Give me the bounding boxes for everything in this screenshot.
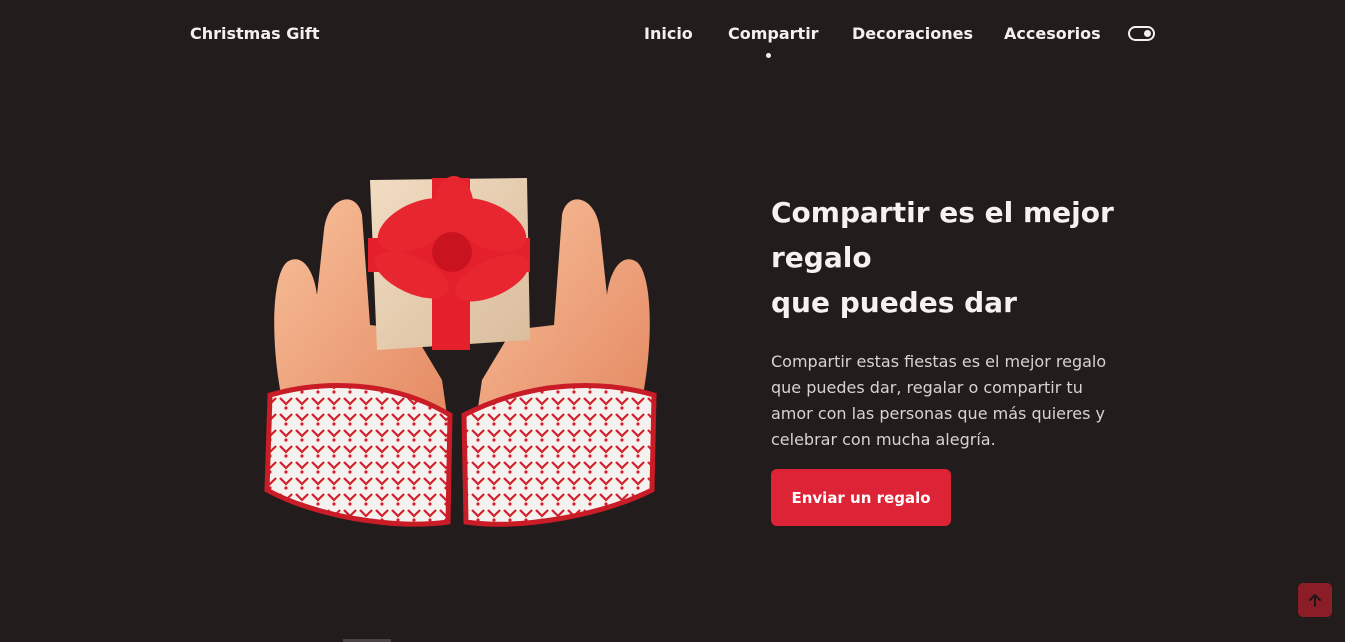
- nav-link-decoraciones[interactable]: Decoraciones: [852, 24, 973, 43]
- hands-gift-illustration: [262, 170, 662, 540]
- nav-link-inicio[interactable]: Inicio: [644, 24, 693, 43]
- active-nav-indicator: [766, 53, 771, 58]
- send-gift-button[interactable]: Enviar un regalo: [771, 469, 951, 526]
- hero-title-line-3: que puedes dar: [771, 286, 1017, 319]
- hero-title: Compartir es el mejor regalo que puedes …: [771, 190, 1131, 325]
- hero-description: Compartir estas fiestas es el mejor rega…: [771, 352, 1107, 449]
- logo-link[interactable]: Christmas Gift: [190, 24, 319, 43]
- hero-title-line-1: Compartir es el mejor: [771, 196, 1114, 229]
- nav-link-accesorios[interactable]: Accesorios: [1004, 24, 1101, 43]
- hero-title-line-2: regalo: [771, 241, 872, 274]
- nav-link-compartir[interactable]: Compartir: [728, 24, 819, 43]
- arrow-up-icon: [1309, 594, 1321, 607]
- toggle-knob: [1144, 29, 1151, 37]
- site-header: Christmas Gift Inicio Compartir Decoraci…: [0, 0, 1345, 70]
- theme-toggle-icon[interactable]: [1128, 26, 1155, 41]
- hero-content: Compartir es el mejor regalo que puedes …: [771, 190, 1131, 526]
- scroll-up-button[interactable]: [1298, 583, 1332, 617]
